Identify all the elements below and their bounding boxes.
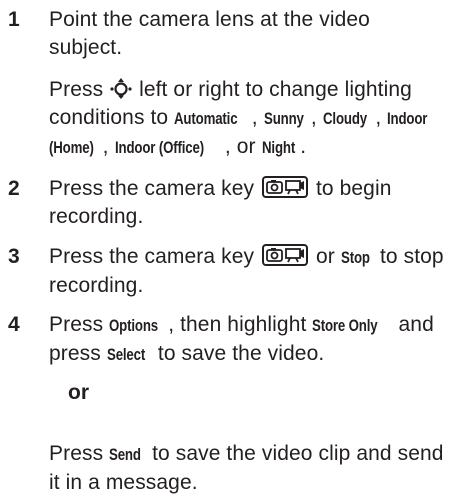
then-text: , then highlight	[168, 313, 307, 336]
step-text-before: Press the camera key	[49, 245, 255, 268]
step-text-line: recording.	[49, 205, 144, 228]
option-sunny: Sunny	[263, 109, 304, 128]
stop-key: Stop	[340, 248, 370, 267]
separator: ,	[375, 106, 382, 129]
step-text-after: to begin	[315, 177, 392, 200]
step-text-line: (Home), Indoor (Office), or Night.	[49, 133, 454, 162]
step-text-line: press Select to save the video.	[49, 340, 454, 369]
option-night: Night	[261, 138, 295, 157]
option-indoor: Indoor	[387, 109, 428, 128]
press-text: Press	[49, 442, 104, 465]
step-text-line: Press the camera key or Stop to stop	[49, 243, 454, 272]
options-key: Options	[109, 316, 159, 335]
step-text-after: to save the video.	[157, 342, 325, 365]
option-home: (Home)	[49, 138, 94, 157]
step-text: Press the camera key or Stop to stop rec…	[49, 243, 454, 300]
step-text-line: subject.	[49, 36, 123, 59]
step-text-line: it in a message.	[49, 471, 198, 494]
press-text: Press	[49, 78, 104, 101]
or-text: or	[315, 245, 335, 268]
step-text-after: to save the video clip and send	[152, 442, 444, 465]
step-number: 1	[8, 8, 20, 31]
step-detail-text: Press left or right to change lighting c…	[49, 76, 454, 162]
period: .	[300, 135, 307, 158]
step-text-before: Press the camera key	[49, 177, 255, 200]
step-number: 2	[8, 177, 20, 200]
step-text: Press Options , then highlight Store Only…	[49, 311, 454, 369]
press-text: press	[49, 342, 101, 365]
step-text: Press the camera key to begin recording.	[49, 175, 454, 231]
separator: ,	[251, 106, 258, 129]
direction-text: left or right to change lighting	[139, 78, 412, 101]
and-text: and	[398, 313, 434, 336]
step-number: 4	[8, 313, 20, 336]
step-text-line: Press Options , then highlight Store Only…	[49, 311, 454, 340]
camera-key-icon	[262, 244, 309, 266]
step-text-line: Press Send to save the video clip and se…	[49, 440, 454, 469]
separator: ,	[224, 135, 231, 158]
nav-key-icon	[110, 78, 132, 99]
store-only-option: Store Only	[312, 316, 378, 335]
step-text-line: conditions to Automatic, Sunny, Cloudy, …	[49, 104, 454, 133]
step-text-line: Press left or right to change lighting	[49, 76, 454, 104]
step-text-line: Press the camera key to begin	[49, 175, 454, 203]
or-label: or	[68, 381, 89, 404]
conditions-text: conditions to	[49, 106, 169, 129]
option-indoor-office: Indoor (Office)	[114, 138, 204, 157]
step-text-after: to stop	[379, 245, 444, 268]
select-key: Select	[106, 345, 145, 364]
step-number: 3	[8, 245, 20, 268]
send-key: Send	[109, 445, 141, 464]
option-cloudy: Cloudy	[322, 109, 367, 128]
camera-key-icon	[262, 176, 309, 198]
step-text-line: recording.	[49, 274, 144, 297]
or-text: or	[236, 135, 256, 158]
option-automatic: Automatic	[174, 109, 238, 128]
step-text: Press Send to save the video clip and se…	[49, 440, 454, 497]
separator: ,	[102, 135, 109, 158]
step-text-line: Point the camera lens at the video	[49, 8, 370, 31]
press-text: Press	[49, 313, 104, 336]
step-text: Point the camera lens at the video subje…	[49, 6, 454, 62]
instructions-page: 1 Point the camera lens at the video sub…	[0, 0, 465, 504]
separator: ,	[310, 106, 317, 129]
